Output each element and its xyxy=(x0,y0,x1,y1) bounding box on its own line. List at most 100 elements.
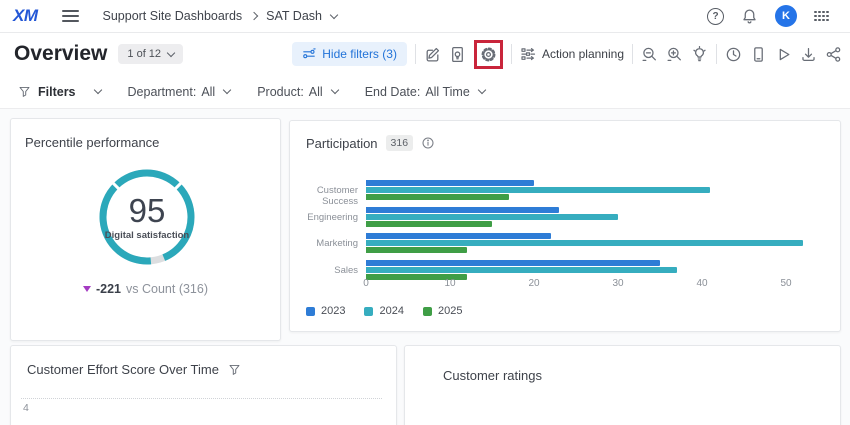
filters-bar: Filters Department All Product All End D… xyxy=(0,75,850,109)
action-planning-button[interactable]: Action planning xyxy=(520,46,624,62)
apps-grid-icon[interactable] xyxy=(814,10,830,22)
x-tick-label: 10 xyxy=(444,278,455,289)
highlight-box xyxy=(474,40,503,69)
widget-participation: Participation 316 Customer SuccessEngine… xyxy=(289,120,841,332)
delta-value: -221 xyxy=(96,282,121,296)
toolbar-separator xyxy=(511,44,512,64)
page-indicator: 1 of 12 xyxy=(127,48,161,60)
hide-filters-button[interactable]: Hide filters (3) xyxy=(292,42,407,66)
toolbar-separator xyxy=(716,44,717,64)
bar-2025[interactable] xyxy=(366,194,509,200)
x-tick-label: 30 xyxy=(612,278,623,289)
filters-toggle[interactable]: Filters xyxy=(18,85,101,99)
chevron-down-icon xyxy=(478,86,486,94)
category-label: Customer Success xyxy=(296,185,358,207)
clock-icon[interactable] xyxy=(725,46,742,63)
bar-2024[interactable] xyxy=(366,187,710,193)
widget-customer-ratings: Customer ratings xyxy=(404,345,841,425)
bar-2023[interactable] xyxy=(366,233,551,239)
filter-value: All Time xyxy=(425,85,469,99)
filter-value: All xyxy=(201,85,215,99)
dashboard-screen: XM Support Site Dashboards SAT Dash ? K … xyxy=(0,0,850,425)
document-idea-icon[interactable] xyxy=(449,46,466,63)
funnel-icon xyxy=(18,85,31,98)
legend-item-2025[interactable]: 2025 xyxy=(423,305,462,317)
mobile-icon[interactable] xyxy=(750,46,767,63)
page-selector[interactable]: 1 of 12 xyxy=(118,44,183,64)
widget-percentile-performance: Percentile performance 95 Digital satisf… xyxy=(10,118,281,341)
chevron-down-icon[interactable] xyxy=(330,10,338,18)
bell-icon[interactable] xyxy=(741,8,758,25)
bar-2025[interactable] xyxy=(366,221,492,227)
funnel-icon[interactable] xyxy=(228,363,241,376)
page-header: Overview 1 of 12 Hide filters (3) xyxy=(0,33,850,75)
bar-2025[interactable] xyxy=(366,247,467,253)
topnav-actions: ? K xyxy=(707,5,830,27)
bar-group: Sales xyxy=(290,260,824,280)
gear-icon[interactable] xyxy=(480,46,497,63)
filter-department[interactable]: Department All xyxy=(128,85,231,99)
gauge-value: 95 xyxy=(129,194,166,227)
legend-swatch xyxy=(364,307,373,316)
breadcrumb-current[interactable]: SAT Dash xyxy=(266,9,322,23)
chevron-down-icon xyxy=(330,86,338,94)
x-tick-label: 40 xyxy=(696,278,707,289)
bar-group: Engineering xyxy=(290,207,824,227)
help-icon[interactable]: ? xyxy=(707,8,724,25)
gauge: 95 Digital satisfaction xyxy=(97,167,197,267)
bar-2023[interactable] xyxy=(366,180,534,186)
delta-context: vs Count (316) xyxy=(126,282,208,296)
filter-value: All xyxy=(309,85,323,99)
legend-swatch xyxy=(306,307,315,316)
category-label: Engineering xyxy=(296,212,358,223)
bar-2024[interactable] xyxy=(366,240,803,246)
comparison-row: -221 vs Count (316) xyxy=(11,282,280,296)
share-icon[interactable] xyxy=(825,46,842,63)
filter-sliders-icon xyxy=(302,47,316,61)
edit-icon[interactable] xyxy=(424,46,441,63)
widget-canvas: Percentile performance 95 Digital satisf… xyxy=(0,109,850,425)
action-planning-icon xyxy=(520,46,536,62)
toolbar-separator xyxy=(632,44,633,64)
zoom-in-icon[interactable] xyxy=(666,46,683,63)
legend-item-2024[interactable]: 2024 xyxy=(364,305,403,317)
filter-product[interactable]: Product All xyxy=(257,85,337,99)
category-label: Marketing xyxy=(296,238,358,249)
avatar[interactable]: K xyxy=(775,5,797,27)
xm-logo: XM xyxy=(13,6,38,26)
gauge-label: Digital satisfaction xyxy=(105,230,189,241)
chevron-down-icon xyxy=(93,86,101,94)
filter-end-date[interactable]: End Date All Time xyxy=(365,85,485,99)
lightbulb-icon[interactable] xyxy=(691,46,708,63)
breadcrumb-root-link[interactable]: Support Site Dashboards xyxy=(103,9,243,23)
legend-swatch xyxy=(423,307,432,316)
bar-2023[interactable] xyxy=(366,260,660,266)
download-icon[interactable] xyxy=(800,46,817,63)
x-tick-label: 0 xyxy=(363,278,369,289)
chevron-down-icon xyxy=(223,86,231,94)
play-icon[interactable] xyxy=(775,46,792,63)
legend-label: 2024 xyxy=(379,305,403,317)
gridline xyxy=(21,398,382,399)
page-title: Overview xyxy=(14,42,107,66)
breadcrumb: Support Site Dashboards SAT Dash xyxy=(103,9,337,23)
legend-item-2023[interactable]: 2023 xyxy=(306,305,345,317)
info-icon[interactable] xyxy=(421,136,435,150)
bar-2023[interactable] xyxy=(366,207,559,213)
chevron-down-icon xyxy=(167,48,175,56)
bar-2024[interactable] xyxy=(366,214,618,220)
category-label: Sales xyxy=(296,265,358,276)
zoom-out-icon[interactable] xyxy=(641,46,658,63)
widget-ces-over-time: Customer Effort Score Over Time 4 xyxy=(10,345,397,425)
y-tick: 4 xyxy=(23,402,29,414)
bar-group: Customer Success xyxy=(290,180,824,200)
widget-title: Customer Effort Score Over Time xyxy=(27,362,219,377)
chevron-right-icon xyxy=(250,12,258,20)
x-axis: 01020304050 xyxy=(290,278,840,292)
menu-icon[interactable] xyxy=(62,10,79,22)
legend-label: 2023 xyxy=(321,305,345,317)
bar-2024[interactable] xyxy=(366,267,677,273)
legend-label: 2025 xyxy=(438,305,462,317)
widget-title: Participation xyxy=(306,136,378,151)
widget-title: Customer ratings xyxy=(443,368,542,383)
